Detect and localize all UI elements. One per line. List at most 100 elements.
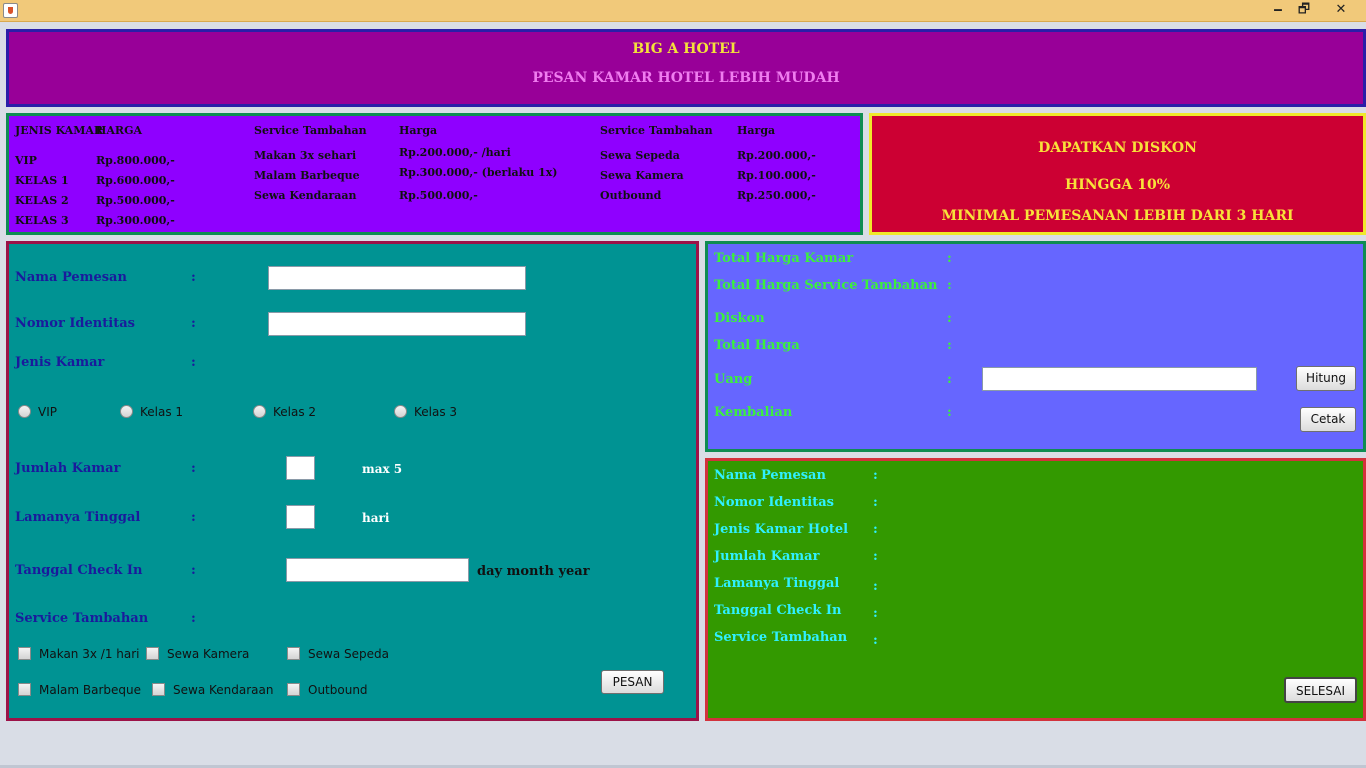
total-harga-service-label: Total Harga Service Tambahan (714, 278, 938, 293)
jumlah-kamar-input[interactable] (286, 456, 315, 480)
selesai-button[interactable]: SELESAI (1284, 677, 1357, 703)
service-header: Service Tambahan (600, 124, 713, 137)
hitung-button[interactable]: Hitung (1296, 366, 1356, 391)
radio-button-icon (18, 405, 31, 418)
colon: : (947, 311, 952, 326)
checkbox-label: Sewa Kamera (167, 647, 250, 661)
colon: : (947, 405, 952, 420)
checkbox-label: Makan 3x /1 hari (39, 647, 140, 661)
nomor-identitas-input[interactable] (268, 312, 526, 336)
service-name: Sewa Sepeda (600, 149, 680, 162)
lamanya-tinggal-input[interactable] (286, 505, 315, 529)
discount-line-3: MINIMAL PEMESANAN LEBIH DARI 3 HARI (941, 208, 1294, 224)
checkbox-sewa-kendaraan[interactable]: Sewa Kendaraan (152, 683, 273, 697)
room-price: Rp.600.000,- (96, 174, 175, 187)
jumlah-kamar-hint: max 5 (362, 462, 403, 476)
colon: : (947, 251, 952, 266)
nama-pemesan-input[interactable] (268, 266, 526, 290)
service-name: Sewa Kamera (600, 169, 684, 182)
room-price: Rp.300.000,- (96, 214, 175, 227)
colon: : (191, 611, 196, 626)
discount-line-2: HINGGA 10% (1064, 177, 1170, 193)
booking-summary-panel: Nama Pemesan : Nomor Identitas : Jenis K… (705, 458, 1366, 721)
checkbox-label: Sewa Kendaraan (173, 683, 274, 697)
jumlah-kamar-label: Jumlah Kamar (15, 461, 121, 476)
hotel-subtitle: PESAN KAMAR HOTEL LEBIH MUDAH (532, 70, 840, 86)
checkbox-makan[interactable]: Makan 3x /1 hari (18, 647, 140, 661)
nama-pemesan-label: Nama Pemesan (15, 270, 127, 285)
colon: : (947, 338, 952, 353)
minimize-button[interactable]: 🗕 (1266, 0, 1290, 20)
room-name: KELAS 2 (15, 194, 69, 207)
room-name: KELAS 1 (15, 174, 69, 187)
service-name: Sewa Kendaraan (254, 189, 357, 202)
java-app-icon (3, 3, 18, 18)
summary-identitas-label: Nomor Identitas (714, 495, 834, 510)
cetak-button[interactable]: Cetak (1300, 407, 1356, 432)
radio-kelas-3[interactable]: Kelas 3 (394, 405, 457, 419)
room-type-header: JENIS KAMAR (15, 124, 104, 137)
service-price: Rp.100.000,- (737, 169, 816, 182)
tanggal-check-in-input[interactable] (286, 558, 469, 582)
colon: : (873, 522, 878, 537)
checkbox-sewa-sepeda[interactable]: Sewa Sepeda (287, 647, 389, 661)
checkbox-label: Sewa Sepeda (308, 647, 389, 661)
summary-nama-label: Nama Pemesan (714, 468, 826, 483)
radio-vip[interactable]: VIP (18, 405, 57, 419)
discount-line-1: DAPATKAN DISKON (1038, 140, 1197, 156)
colon: : (873, 606, 878, 621)
radio-label: VIP (38, 405, 57, 419)
uang-input[interactable] (982, 367, 1257, 391)
colon: : (191, 316, 196, 331)
totals-panel: Total Harga Kamar : Total Harga Service … (705, 241, 1366, 452)
tanggal-check-in-label: Tanggal Check In (15, 563, 143, 578)
service-price-header: Harga (737, 124, 776, 137)
radio-button-icon (120, 405, 133, 418)
colon: : (191, 461, 196, 476)
colon: : (873, 579, 878, 594)
jenis-kamar-label: Jenis Kamar (15, 355, 105, 370)
checkbox-icon (18, 683, 31, 696)
checkbox-label: Malam Barbeque (39, 683, 142, 697)
checkbox-icon (287, 683, 300, 696)
checkbox-malam-barbeque[interactable]: Malam Barbeque (18, 683, 141, 697)
close-button[interactable]: ✕ (1318, 0, 1364, 20)
checkbox-icon (146, 647, 159, 660)
colon: : (873, 468, 878, 483)
service-name: Outbound (600, 189, 662, 202)
radio-label: Kelas 2 (273, 405, 317, 419)
colon: : (947, 372, 952, 387)
pesan-button[interactable]: PESAN (601, 670, 664, 694)
summary-service-label: Service Tambahan (714, 630, 848, 645)
room-name: VIP (15, 154, 37, 167)
radio-label: Kelas 1 (140, 405, 184, 419)
service-price: Rp.500.000,- (399, 189, 478, 202)
checkbox-icon (152, 683, 165, 696)
checkbox-icon (287, 647, 300, 660)
checkbox-icon (18, 647, 31, 660)
room-price: Rp.500.000,- (96, 194, 175, 207)
service-price: Rp.300.000,- (berlaku 1x) (399, 166, 558, 179)
summary-jumlah-kamar-label: Jumlah Kamar (714, 549, 820, 564)
summary-jenis-kamar-label: Jenis Kamar Hotel (714, 522, 849, 537)
checkbox-sewa-kamera[interactable]: Sewa Kamera (146, 647, 249, 661)
radio-kelas-1[interactable]: Kelas 1 (120, 405, 183, 419)
radio-kelas-2[interactable]: Kelas 2 (253, 405, 316, 419)
service-name: Malam Barbeque (254, 169, 360, 182)
maximize-button[interactable]: 🗗 (1292, 0, 1316, 20)
radio-button-icon (253, 405, 266, 418)
colon: : (191, 563, 196, 578)
service-price-header: Harga (399, 124, 438, 137)
radio-label: Kelas 3 (414, 405, 458, 419)
service-price: Rp.250.000,- (737, 189, 816, 202)
checkbox-outbound[interactable]: Outbound (287, 683, 368, 697)
total-harga-label: Total Harga (714, 338, 800, 353)
window-titlebar: 🗕 🗗 ✕ (0, 0, 1366, 22)
summary-lamanya-tinggal-label: Lamanya Tinggal (714, 576, 840, 591)
header-panel: BIG A HOTEL PESAN KAMAR HOTEL LEBIH MUDA… (6, 29, 1366, 107)
colon: : (191, 355, 196, 370)
discount-banner: DAPATKAN DISKON HINGGA 10% MINIMAL PEMES… (869, 113, 1366, 235)
total-harga-kamar-label: Total Harga Kamar (714, 251, 854, 266)
hotel-title: BIG A HOTEL (632, 41, 740, 57)
colon: : (873, 495, 878, 510)
